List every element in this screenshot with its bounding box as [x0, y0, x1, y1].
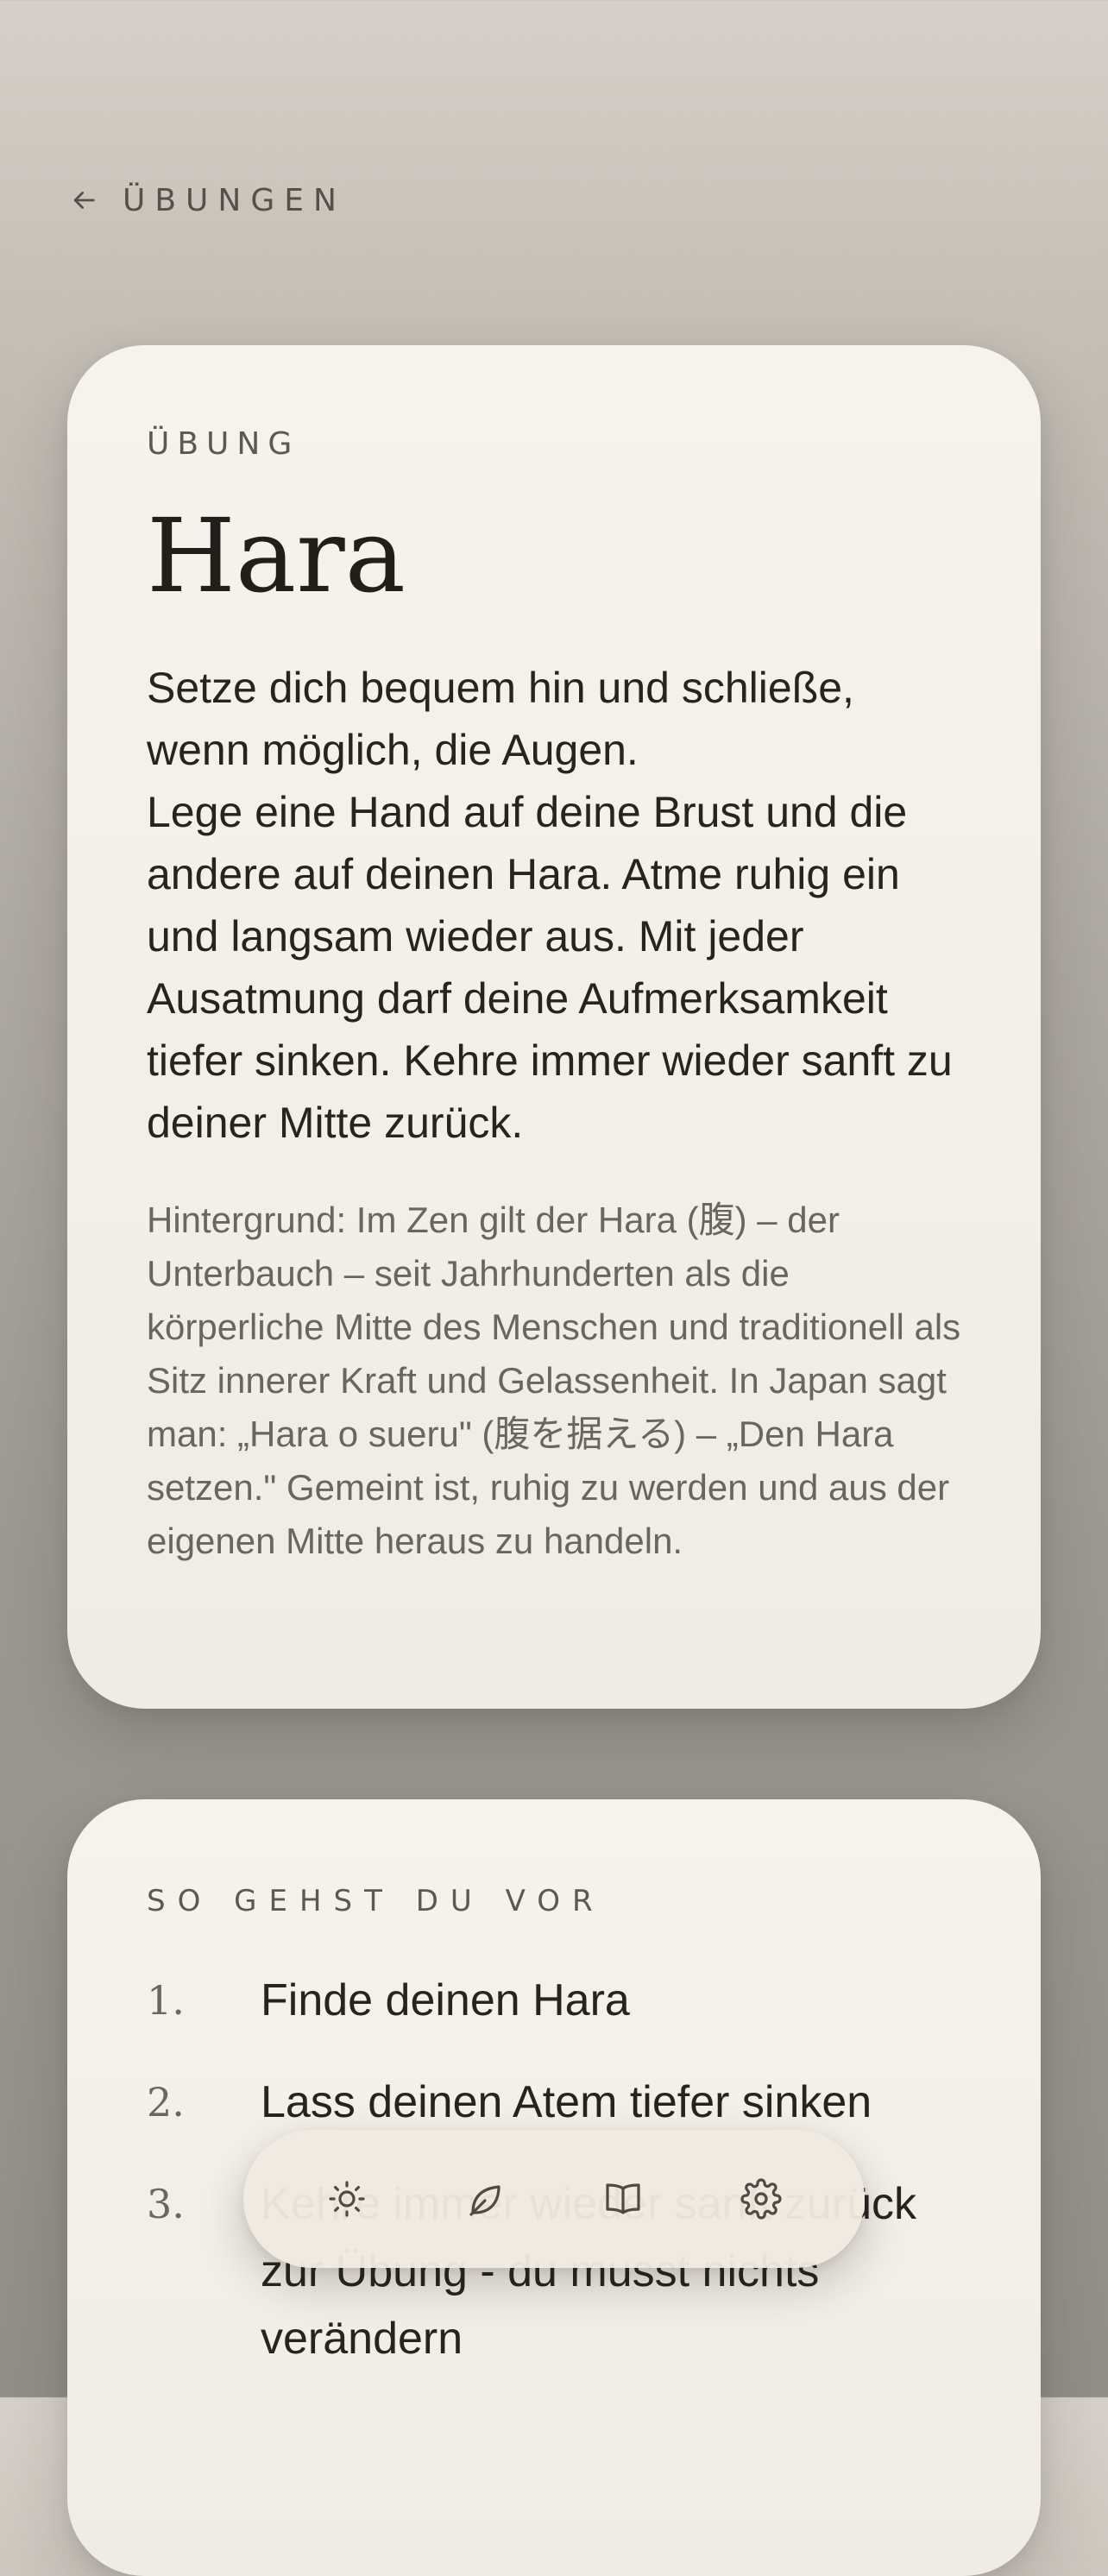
background-text: Hintergrund: Im Zen gilt der Hara (腹) – …: [147, 1200, 961, 1561]
gear-icon: [740, 2178, 782, 2220]
step-number: 1.: [147, 1977, 185, 2024]
back-label: ÜBUNGEN: [123, 182, 346, 218]
page-title: Hara: [147, 496, 406, 615]
tab-settings[interactable]: [718, 2156, 804, 2242]
exercise-eyebrow: ÜBUNG: [147, 426, 300, 462]
bottom-tab-bar: [243, 2130, 865, 2268]
instruction-paragraph: Setze dich bequem hin und schließe, wenn…: [147, 664, 854, 774]
tab-library[interactable]: [580, 2156, 666, 2242]
steps-eyebrow: SO GEHST DU VOR: [147, 1884, 605, 1918]
arrow-left-icon: [69, 186, 98, 215]
tab-exercises[interactable]: [442, 2156, 528, 2242]
step-number: 2.: [147, 2079, 185, 2126]
exercise-card: ÜBUNG Hara Setze dich bequem hin und sch…: [67, 345, 1041, 1709]
sun-icon: [326, 2178, 368, 2220]
instruction-paragraph: Lege eine Hand auf deine Brust und die a…: [147, 788, 953, 1147]
list-item: 2. Lass deinen Atem tiefer sinken: [147, 2069, 961, 2136]
list-item: 1. Finde deinen Hara: [147, 1967, 961, 2034]
book-icon: [602, 2178, 644, 2220]
tab-today[interactable]: [304, 2156, 390, 2242]
step-text: Finde deinen Hara: [261, 1975, 630, 2025]
back-to-exercises-link[interactable]: ÜBUNGEN: [69, 178, 346, 223]
leaf-icon: [464, 2178, 506, 2220]
step-text: Lass deinen Atem tiefer sinken: [261, 2077, 872, 2127]
exercise-instructions: Setze dich bequem hin und schließe, wenn…: [147, 657, 961, 1154]
